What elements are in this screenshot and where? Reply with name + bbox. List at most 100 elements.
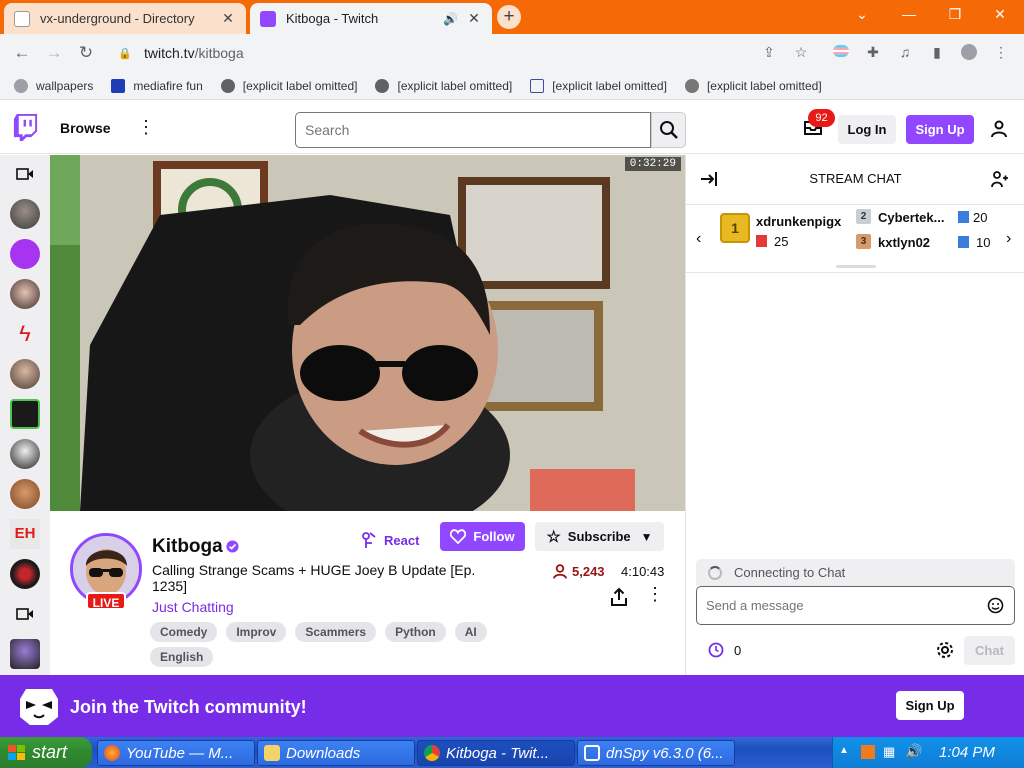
lock-icon[interactable]: 🔒 (118, 47, 132, 60)
twitch-logo-icon[interactable] (13, 114, 38, 141)
emote-picker-icon[interactable] (987, 597, 1004, 614)
bookmark-item[interactable]: [explicit label omitted] (684, 78, 822, 93)
profile-avatar-icon[interactable] (960, 44, 978, 63)
more-options-icon[interactable]: ⋮ (646, 585, 664, 603)
minimize-button[interactable]: — (899, 6, 919, 22)
twitch-top-nav: Browse ⋮ Log In Sign Up (0, 101, 1024, 154)
volume-icon[interactable]: 🔊 (905, 743, 922, 760)
reload-icon[interactable]: ↻ (76, 43, 96, 63)
taskbar-item-dnspy[interactable]: dnSpy v6.3.0 (6... (577, 740, 735, 766)
close-tab-icon[interactable]: ✕ (466, 10, 482, 27)
share-icon[interactable] (610, 587, 628, 607)
search-input[interactable] (295, 112, 651, 148)
gifter-username[interactable]: kxtlyn02 (878, 235, 930, 250)
start-button[interactable]: start (0, 737, 92, 768)
chevron-left-icon[interactable]: ‹ (696, 230, 701, 248)
stream-chat-panel: STREAM CHAT ‹ 1 xdrunkenpigx 25 2 Cybert… (685, 155, 1024, 675)
address-bar[interactable]: 🔒 twitch.tv/kitboga (108, 39, 824, 67)
eh-logo-icon: EH (14, 525, 36, 542)
bookmark-star-icon[interactable]: ☆ (792, 44, 810, 61)
red-emblem-icon: ϟ (19, 321, 31, 346)
browse-link[interactable]: Browse (60, 120, 111, 136)
firefox-icon (104, 745, 120, 761)
chat-settings-gear-icon[interactable] (936, 641, 954, 659)
channel-avatar[interactable] (10, 399, 40, 429)
tab-search-chevron-icon[interactable]: ⌄ (852, 6, 872, 23)
taskbar-item-youtube[interactable]: YouTube — M... (97, 740, 255, 766)
bookmark-label: [explicit label omitted] (397, 78, 513, 93)
bookmarks-bar: wallpapers mediafire fun [explicit label… (0, 72, 1024, 100)
tag-chip[interactable]: Improv (226, 622, 287, 642)
tag-chip[interactable]: English (150, 647, 214, 667)
restore-button[interactable]: ❐ (945, 6, 965, 23)
bookmark-item[interactable]: [explicit label omitted] (530, 78, 667, 93)
tab-kitboga-twitch[interactable]: Kitboga - Twitch 🔊 ✕ (250, 3, 492, 34)
taskbar-item-chrome[interactable]: Kitboga - Twit... (417, 740, 575, 766)
channel-avatar[interactable] (10, 279, 40, 309)
channel-avatar[interactable] (10, 359, 40, 389)
tray-app-icon[interactable] (861, 745, 875, 759)
network-icon[interactable]: ▦ (883, 744, 895, 760)
channel-avatar[interactable] (10, 639, 40, 669)
channel-avatar[interactable]: ϟ (10, 319, 40, 349)
chat-message-input[interactable] (696, 586, 1015, 625)
gifter-rank-1-icon: 1 (720, 213, 750, 243)
search-button[interactable] (651, 112, 686, 148)
gift-count: 25 (774, 234, 789, 249)
tag-chip[interactable]: Scammers (295, 622, 377, 642)
stream-category-link[interactable]: Just Chatting (152, 599, 234, 615)
gifter-username[interactable]: xdrunkenpigx (756, 214, 841, 229)
channel-avatar[interactable]: EH (10, 519, 40, 549)
flag-extension-icon[interactable] (832, 44, 850, 60)
tag-chip[interactable]: AI (454, 622, 487, 642)
tag-chip[interactable]: Comedy (150, 622, 218, 642)
media-control-icon[interactable]: ♫ (896, 44, 914, 60)
bookmark-item[interactable]: wallpapers (14, 78, 93, 93)
channel-points[interactable]: 0 (708, 642, 741, 658)
tray-expand-icon[interactable]: ▲ (839, 745, 849, 756)
follow-button[interactable]: Follow (440, 522, 525, 551)
community-users-icon[interactable] (991, 170, 1009, 188)
tag-chip[interactable]: Python (385, 622, 446, 642)
react-button[interactable]: React (360, 527, 419, 553)
sign-up-button[interactable]: Sign Up (906, 115, 974, 144)
bookmark-item[interactable]: [explicit label omitted] (220, 78, 357, 93)
close-window-button[interactable]: ✕ (990, 6, 1010, 23)
glitch-mascot-icon (20, 689, 58, 725)
speaker-icon[interactable]: 🔊 (443, 12, 458, 26)
gifter-username[interactable]: Cybertek... (878, 210, 944, 225)
start-label: start (32, 742, 68, 762)
new-tab-button[interactable]: + (497, 5, 521, 29)
forward-icon[interactable]: → (44, 43, 64, 63)
browser-menu-icon[interactable]: ⋮ (992, 44, 1010, 61)
back-icon[interactable]: ← (12, 43, 32, 63)
gift-icon (958, 236, 969, 248)
tab-vx-underground[interactable]: vx-underground - Directory ✕ (4, 3, 246, 34)
close-tab-icon[interactable]: ✕ (220, 10, 236, 27)
gifter-rank-3-icon: 3 (856, 234, 871, 249)
side-panel-icon[interactable]: ▮ (928, 44, 946, 61)
video-player[interactable]: DO NOT REDEEM 0:32:29 (50, 155, 685, 511)
send-chat-button[interactable]: Chat (964, 636, 1015, 665)
extensions-puzzle-icon[interactable]: ✚ (864, 44, 882, 61)
channel-avatar[interactable] (10, 479, 40, 509)
top-gifters-leaderboard: ‹ 1 xdrunkenpigx 25 2 Cybertek... 20 3 k… (686, 205, 1024, 273)
channel-avatar[interactable] (10, 439, 40, 469)
user-icon[interactable] (990, 120, 1008, 138)
taskbar-item-downloads[interactable]: Downloads (257, 740, 415, 766)
more-menu-icon[interactable]: ⋮ (137, 118, 155, 136)
channel-avatar[interactable] (10, 559, 40, 589)
bookmark-item[interactable]: mediafire fun (111, 78, 203, 93)
tab-title: vx-underground - Directory (40, 11, 195, 26)
channel-avatar[interactable] (10, 239, 40, 269)
folder-icon (264, 745, 280, 761)
share-icon[interactable]: ⇪ (760, 44, 778, 61)
bookmark-item[interactable]: [explicit label omitted] (375, 78, 513, 93)
channel-avatar[interactable] (10, 199, 40, 229)
log-in-button[interactable]: Log In (838, 115, 896, 144)
live-badge: LIVE (86, 592, 126, 610)
banner-sign-up-button[interactable]: Sign Up (896, 691, 964, 720)
chevron-right-icon[interactable]: › (1006, 230, 1011, 248)
subscribe-button[interactable]: ☆ Subscribe ▼ (535, 522, 664, 551)
channel-name[interactable]: Kitboga (152, 536, 223, 558)
